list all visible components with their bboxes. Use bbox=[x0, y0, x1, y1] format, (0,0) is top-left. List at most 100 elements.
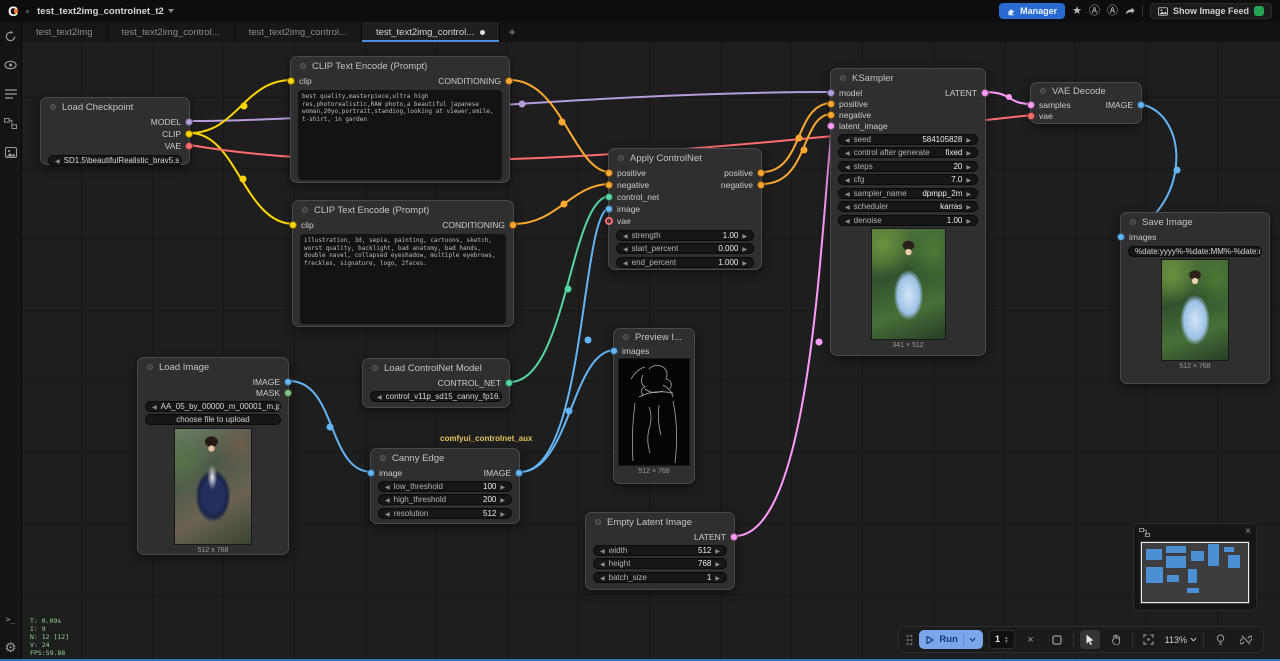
input-images-port[interactable]: images bbox=[610, 346, 649, 356]
lightbulb-icon[interactable] bbox=[1210, 630, 1230, 649]
input-negative-port[interactable]: negative bbox=[605, 180, 649, 190]
next-arrow-icon[interactable] bbox=[715, 546, 720, 555]
input-vae-port[interactable]: vae bbox=[1027, 111, 1053, 121]
end-percent-widget[interactable]: end_percent1.000 bbox=[616, 257, 754, 268]
prev-arrow-icon[interactable] bbox=[55, 156, 60, 165]
image-port-icon[interactable] bbox=[515, 469, 523, 477]
input-vae-port[interactable]: vae bbox=[605, 216, 631, 226]
prev-arrow-icon[interactable] bbox=[845, 148, 850, 157]
prev-arrow-icon[interactable] bbox=[845, 175, 850, 184]
prev-arrow-icon[interactable] bbox=[600, 559, 605, 568]
prev-arrow-icon[interactable] bbox=[385, 482, 390, 491]
input-latent-image-port[interactable]: latent_image bbox=[827, 121, 888, 131]
model-port-icon[interactable] bbox=[185, 118, 193, 126]
controlnet-name-widget[interactable]: control_v11p_sd15_canny_fp16... bbox=[370, 391, 502, 402]
next-arrow-icon[interactable] bbox=[742, 231, 747, 240]
terminal-icon[interactable]: >_ bbox=[3, 612, 19, 626]
cfg-widget[interactable]: cfg7.0 bbox=[838, 174, 978, 185]
input-positive-port[interactable]: positive bbox=[827, 99, 868, 109]
select-cursor-icon[interactable] bbox=[1080, 630, 1100, 649]
manager-button[interactable]: Manager bbox=[999, 3, 1065, 19]
input-images-port[interactable]: images bbox=[1117, 232, 1156, 242]
output-conditioning-port[interactable]: CONDITIONING bbox=[438, 76, 513, 86]
collapse-dot-icon[interactable] bbox=[840, 75, 846, 81]
output-mask-port[interactable]: MASK bbox=[256, 388, 292, 398]
collapse-dot-icon[interactable] bbox=[595, 519, 601, 525]
node-title-bar[interactable]: Load Image bbox=[138, 358, 288, 376]
toggle-links-icon[interactable] bbox=[1236, 630, 1256, 649]
start-percent-widget[interactable]: start_percent0.000 bbox=[616, 243, 754, 254]
next-arrow-icon[interactable] bbox=[966, 175, 971, 184]
node-canny-edge[interactable]: Canny Edge image IMAGE low_threshold100 … bbox=[370, 448, 520, 524]
steps-widget[interactable]: steps20 bbox=[838, 161, 978, 172]
stop-icon[interactable] bbox=[1047, 630, 1067, 649]
new-tab-button[interactable]: + bbox=[500, 22, 524, 42]
node-clip-text-encode-positive[interactable]: CLIP Text Encode (Prompt) clip CONDITION… bbox=[290, 56, 510, 183]
prev-arrow-icon[interactable] bbox=[377, 392, 382, 401]
node-title-bar[interactable]: CLIP Text Encode (Prompt) bbox=[293, 201, 513, 219]
node-load-checkpoint[interactable]: Load Checkpoint MODEL CLIP VAE SD1.5\bea… bbox=[40, 97, 190, 165]
output-latent-port[interactable]: LATENT bbox=[945, 88, 989, 98]
node-save-image[interactable]: Save Image images %date:yyyy%-%date:MM%-… bbox=[1120, 212, 1270, 384]
mask-port-icon[interactable] bbox=[284, 389, 292, 397]
next-arrow-icon[interactable] bbox=[966, 148, 971, 157]
prev-arrow-icon[interactable] bbox=[385, 495, 390, 504]
prev-arrow-icon[interactable] bbox=[845, 135, 850, 144]
node-ksampler[interactable]: KSampler model LATENT positive negative … bbox=[830, 68, 986, 356]
collapse-dot-icon[interactable] bbox=[623, 334, 629, 340]
next-arrow-icon[interactable] bbox=[966, 216, 971, 225]
prev-arrow-icon[interactable] bbox=[845, 189, 850, 198]
seed-widget[interactable]: seed584105828 bbox=[838, 134, 978, 145]
output-latent-port[interactable]: LATENT bbox=[694, 532, 738, 542]
show-image-feed-button[interactable]: Show Image Feed bbox=[1150, 3, 1272, 19]
next-arrow-icon[interactable] bbox=[742, 258, 747, 267]
node-canvas[interactable]: Load Checkpoint MODEL CLIP VAE SD1.5\bea… bbox=[22, 42, 1280, 661]
clip-port-icon[interactable] bbox=[289, 221, 297, 229]
prev-arrow-icon[interactable] bbox=[623, 231, 628, 240]
output-model-port[interactable]: MODEL bbox=[151, 117, 193, 127]
output-image-port[interactable]: IMAGE bbox=[484, 468, 523, 478]
node-preview-image[interactable]: Preview I... images bbox=[613, 328, 695, 484]
conditioning-port-icon[interactable] bbox=[827, 100, 835, 108]
ckpt-name-widget[interactable]: SD1.5\beautifulRealistic_brav5.s... bbox=[48, 155, 182, 166]
low-threshold-widget[interactable]: low_threshold100 bbox=[378, 481, 512, 492]
node-apply-controlnet[interactable]: Apply ControlNet positive positive negat… bbox=[608, 148, 762, 270]
chevron-down-icon[interactable] bbox=[969, 637, 976, 642]
positive-prompt-textarea[interactable]: best quality,masterpiece,ultra high res,… bbox=[298, 90, 502, 180]
conditioning-port-icon[interactable] bbox=[505, 77, 513, 85]
clip-port-icon[interactable] bbox=[185, 130, 193, 138]
input-model-port[interactable]: model bbox=[827, 88, 862, 98]
output-image-port[interactable]: IMAGE bbox=[253, 377, 292, 387]
eye-icon[interactable] bbox=[3, 58, 19, 72]
node-title-bar[interactable]: Preview I... bbox=[614, 329, 694, 345]
node-title-bar[interactable]: Canny Edge bbox=[371, 449, 519, 467]
collapse-dot-icon[interactable] bbox=[300, 63, 306, 69]
node-title-bar[interactable]: Apply ControlNet bbox=[609, 149, 761, 167]
input-positive-port[interactable]: positive bbox=[605, 168, 646, 178]
width-widget[interactable]: width512 bbox=[593, 545, 727, 556]
node-title-bar[interactable]: Save Image bbox=[1121, 213, 1269, 231]
toolbar-drag-handle-icon[interactable] bbox=[906, 634, 913, 646]
next-arrow-icon[interactable] bbox=[715, 573, 720, 582]
input-image-port[interactable]: image bbox=[367, 468, 402, 478]
tab-workflow-4-active[interactable]: test_text2img_control... bbox=[362, 22, 500, 42]
node-empty-latent-image[interactable]: Empty Latent Image LATENT width512 heigh… bbox=[585, 512, 735, 590]
node-title-bar[interactable]: Empty Latent Image bbox=[586, 513, 734, 531]
control-after-generate-widget[interactable]: control after generatefixed bbox=[838, 147, 978, 158]
run-button[interactable]: Run bbox=[919, 630, 982, 649]
node-clip-text-encode-negative[interactable]: CLIP Text Encode (Prompt) clip CONDITION… bbox=[292, 200, 514, 327]
output-vae-port[interactable]: VAE bbox=[165, 141, 193, 151]
prev-arrow-icon[interactable] bbox=[623, 244, 628, 253]
tab-workflow-3[interactable]: test_text2img_control... bbox=[235, 22, 362, 42]
control-net-port-icon[interactable] bbox=[505, 379, 513, 387]
minimap-viewport-frame[interactable] bbox=[1141, 542, 1249, 603]
next-arrow-icon[interactable] bbox=[742, 244, 747, 253]
conditioning-port-icon[interactable] bbox=[605, 181, 613, 189]
prev-arrow-icon[interactable] bbox=[385, 509, 390, 518]
filename-prefix-widget[interactable]: %date:yyyy%-%date:MM%-%date:dd... bbox=[1128, 246, 1262, 257]
collapse-dot-icon[interactable] bbox=[1040, 88, 1046, 94]
image-port-icon[interactable] bbox=[1137, 101, 1145, 109]
collapse-dot-icon[interactable] bbox=[1130, 219, 1136, 225]
star-icon[interactable]: ★ bbox=[1072, 6, 1082, 17]
image-port-icon[interactable] bbox=[605, 205, 613, 213]
